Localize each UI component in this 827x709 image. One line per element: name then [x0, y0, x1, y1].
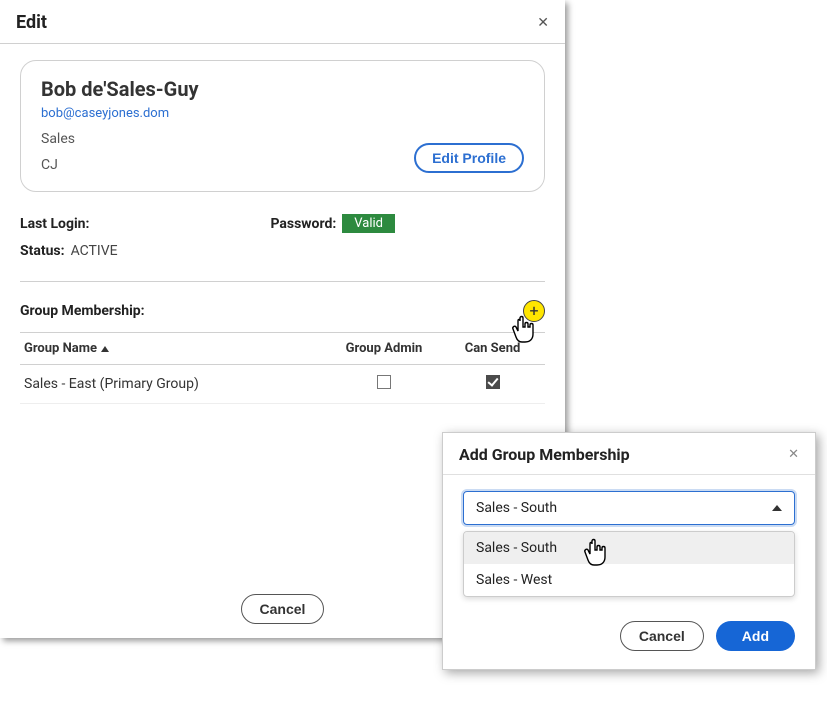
sort-asc-icon: [101, 346, 109, 352]
dialog-footer: Cancel Add: [443, 603, 815, 669]
dialog-cancel-button[interactable]: Cancel: [620, 621, 704, 651]
group-table: Group Name Group Admin Can Send Sales - …: [20, 332, 545, 404]
edit-header: Edit ✕: [0, 0, 565, 44]
last-login-label: Last Login:: [20, 216, 89, 232]
password-status-badge: Valid: [342, 214, 395, 233]
col-name-label: Group Name: [24, 341, 97, 356]
info-section: Last Login: Password: Valid Status: ACTI…: [20, 214, 545, 259]
col-header-admin[interactable]: Group Admin: [324, 341, 444, 356]
edit-title: Edit: [16, 12, 47, 33]
profile-email-link[interactable]: bob@caseyjones.dom: [41, 106, 169, 121]
password-label: Password:: [270, 216, 336, 232]
can-send-checkbox[interactable]: [486, 375, 500, 389]
group-select-dropdown: Sales - South Sales - West: [463, 531, 795, 597]
group-select-value: Sales - South: [476, 500, 557, 516]
status-label: Status:: [20, 243, 65, 259]
close-icon[interactable]: ✕: [537, 16, 549, 30]
dialog-add-button[interactable]: Add: [716, 621, 795, 651]
group-membership-header: Group Membership: +: [20, 300, 545, 322]
edit-profile-button[interactable]: Edit Profile: [414, 143, 524, 173]
group-membership-label: Group Membership:: [20, 303, 145, 319]
dialog-body: Sales - South Sales - South Sales - West: [443, 475, 815, 603]
row-admin-cell: [324, 375, 444, 393]
profile-name: Bob de'Sales-Guy: [41, 77, 524, 101]
info-row-login-password: Last Login: Password: Valid: [20, 214, 545, 233]
profile-card: Bob de'Sales-Guy bob@caseyjones.dom Sale…: [20, 60, 545, 192]
dialog-header: Add Group Membership ✕: [443, 433, 815, 475]
cancel-button[interactable]: Cancel: [241, 594, 325, 624]
chevron-up-icon: [772, 505, 782, 511]
group-admin-checkbox[interactable]: [377, 375, 391, 389]
plus-icon: +: [529, 303, 538, 319]
add-group-dialog: Add Group Membership ✕ Sales - South Sal…: [442, 432, 816, 670]
dialog-close-icon[interactable]: ✕: [788, 448, 799, 461]
dialog-title: Add Group Membership: [459, 445, 630, 464]
status-value: ACTIVE: [71, 243, 118, 259]
info-row-status: Status: ACTIVE: [20, 243, 545, 259]
dropdown-option[interactable]: Sales - West: [464, 564, 794, 596]
dropdown-option[interactable]: Sales - South: [464, 532, 794, 564]
add-group-button[interactable]: +: [523, 300, 545, 322]
divider: [20, 281, 545, 282]
col-header-send[interactable]: Can Send: [444, 341, 541, 356]
row-group-name: Sales - East (Primary Group): [24, 376, 324, 392]
table-row: Sales - East (Primary Group): [20, 365, 545, 404]
table-header: Group Name Group Admin Can Send: [20, 332, 545, 365]
group-select[interactable]: Sales - South: [463, 491, 795, 525]
edit-body: Bob de'Sales-Guy bob@caseyjones.dom Sale…: [0, 44, 565, 420]
row-send-cell: [444, 375, 541, 393]
password-block: Password: Valid: [270, 214, 395, 233]
col-header-name[interactable]: Group Name: [24, 341, 324, 356]
